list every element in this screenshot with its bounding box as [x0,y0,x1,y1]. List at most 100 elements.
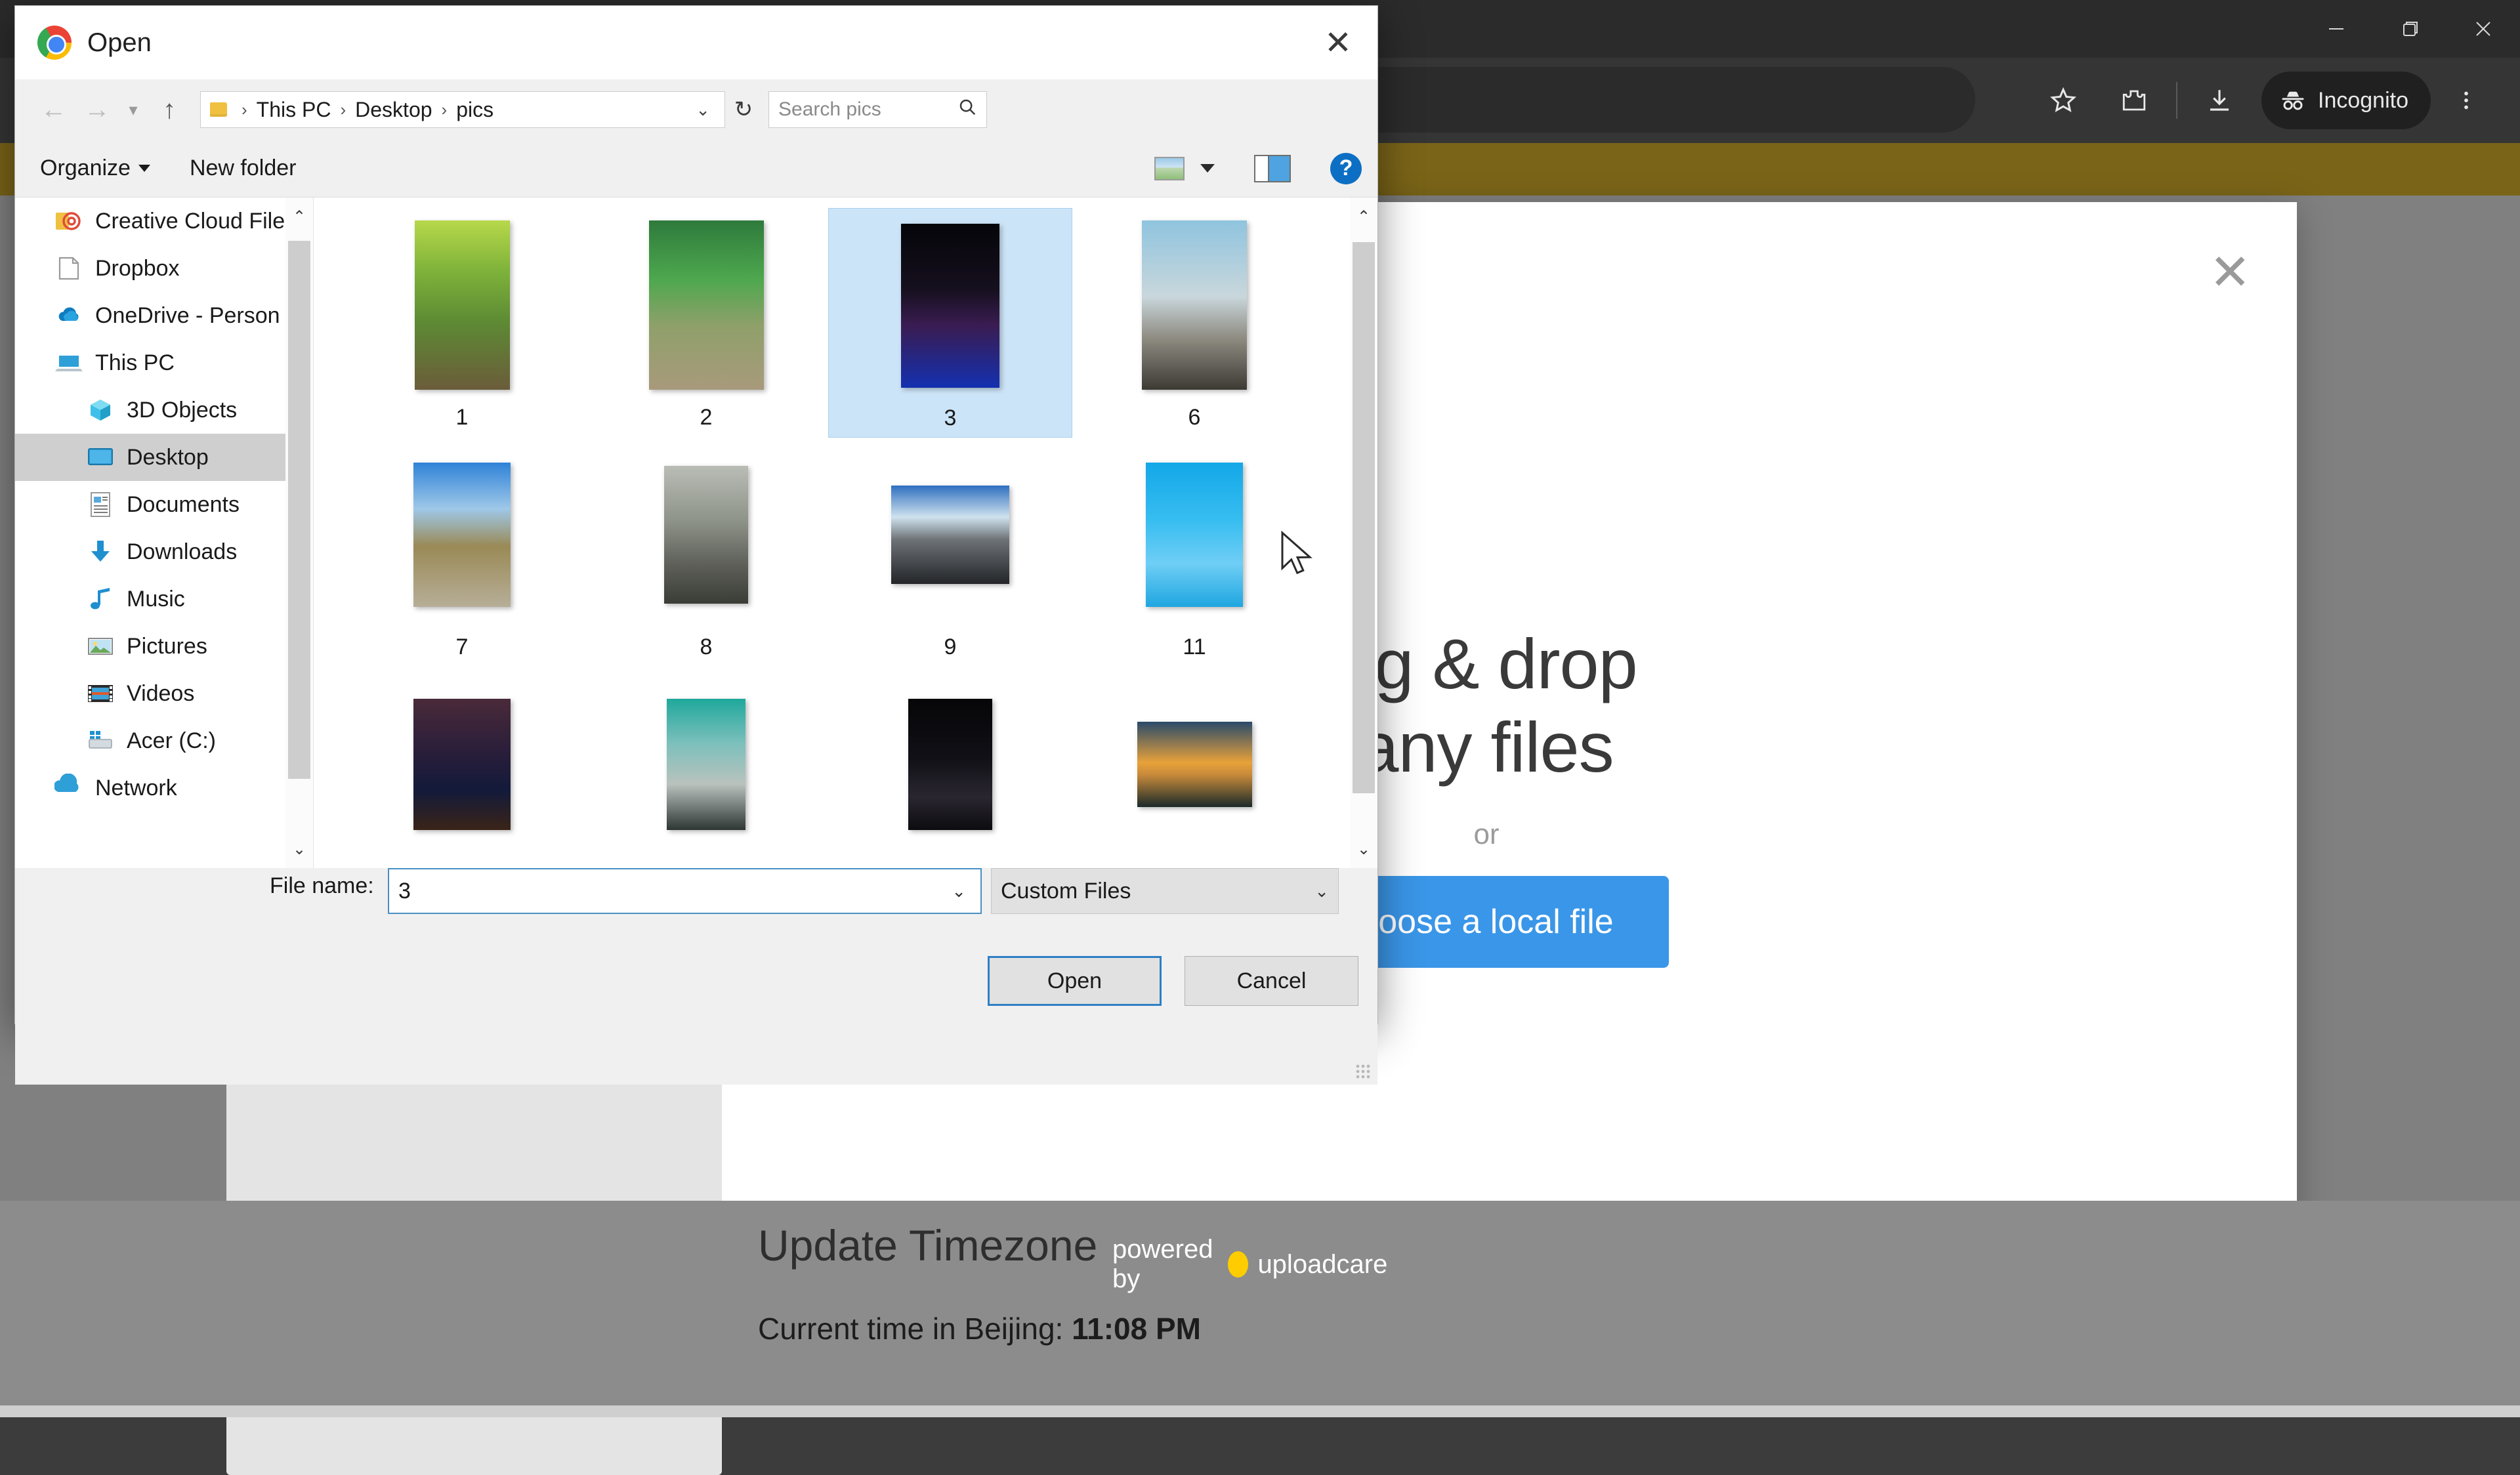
thumbnail-container [415,215,510,396]
sidebar-item-documents[interactable]: Documents [15,481,313,528]
sidebar-item-label: Videos [127,681,194,707]
breadcrumb-dropdown-icon[interactable]: ⌄ [685,100,721,120]
cancel-button[interactable]: Cancel [1185,956,1358,1006]
sidebar-item-dropbox[interactable]: Dropbox [15,245,313,292]
file-tile-1[interactable]: 1 [340,208,584,438]
back-button[interactable]: ← [32,88,75,131]
chrome-menu-icon[interactable] [2431,65,2502,136]
sidebar-item-music[interactable]: Music [15,575,313,623]
recent-locations-button[interactable]: ▾ [119,88,148,131]
uploadcare-brand-label: uploadcare [1257,1250,1387,1279]
file-tile[interactable] [584,667,828,868]
close-button[interactable] [2446,0,2520,58]
sidebar-item-desktop[interactable]: Desktop [15,434,313,481]
file-tile-11[interactable]: 11 [1072,438,1316,667]
breadcrumb-separator-1: › [340,100,346,120]
open-button[interactable]: Open [988,956,1162,1006]
file-tile-2[interactable]: 2 [584,208,828,438]
download-icon[interactable] [2184,65,2255,136]
scrollbar-thumb[interactable] [288,241,310,779]
breadcrumb-item-pics[interactable]: pics [455,98,495,122]
footer-bottom-strip [0,1405,2520,1417]
thumbnail-bridge-steel [664,466,748,604]
forward-button[interactable]: → [75,88,119,131]
bookmark-star-icon[interactable] [2028,65,2099,136]
uploadcare-close-icon[interactable]: ✕ [2209,248,2251,298]
file-type-value: Custom Files [1001,879,1131,904]
dialog-close-button[interactable]: ✕ [1299,6,1377,79]
file-grid: 1236 7 8911 [340,208,1332,868]
sidebar-item-creative-cloud-file[interactable]: Creative Cloud File [15,197,313,245]
file-name-input[interactable]: 3 ⌄ [388,868,982,914]
folder-icon [210,102,227,117]
sidebar-item-onedrive-person[interactable]: OneDrive - Person [15,292,313,339]
file-open-dialog: Open ✕ ← → ▾ ↑ › This PC › Desktop › pic… [14,5,1378,1024]
maximize-restore-button[interactable] [2373,0,2446,58]
scroll-down-icon[interactable]: ⌄ [285,830,313,868]
file-tile-9[interactable]: 9 [828,438,1072,667]
sidebar-item-label: Pictures [127,634,207,659]
extensions-puzzle-icon[interactable] [2099,65,2170,136]
sidebar-item-label: Creative Cloud File [95,209,285,234]
file-list-pane[interactable]: 1236 7 8911 ⌃ ⌄ [314,197,1377,868]
breadcrumb-separator-2: › [442,100,448,120]
file-tile-label: 7 [456,634,469,660]
breadcrumb-item-this-pc[interactable]: This PC [255,98,333,122]
current-time-row: Current time in Beijing: 11:08 PM [758,1311,1201,1346]
preview-pane-icon[interactable] [1254,155,1291,182]
breadcrumb[interactable]: › This PC › Desktop › pics ⌄ [200,91,725,128]
sidebar-item-network[interactable]: Network [15,764,313,812]
scrollbar-thumb[interactable] [1353,242,1375,793]
scroll-down-icon[interactable]: ⌄ [1350,830,1377,868]
thumbnail-blossom-sky [1146,463,1243,607]
sidebar-item-downloads[interactable]: Downloads [15,528,313,575]
search-icon[interactable] [957,97,977,122]
file-tile-6[interactable]: 6 [1072,208,1316,438]
file-tile-7[interactable]: 7 [340,438,584,667]
thumbnail-container [1137,674,1252,855]
file-tile-3[interactable]: 3 [828,208,1072,438]
chevron-down-icon[interactable] [1200,164,1215,173]
powered-by-label: powered by [1112,1235,1219,1294]
file-name-label: File name: [270,873,374,899]
navigation-scrollbar[interactable]: ⌃ ⌄ [285,197,313,868]
view-mode-icon[interactable] [1154,157,1185,180]
sidebar-item-acer-c[interactable]: Acer (C:) [15,717,313,764]
file-tile[interactable] [340,667,584,868]
file-tile[interactable] [1072,667,1316,868]
up-one-level-button[interactable]: ↑ [148,88,191,131]
search-input[interactable]: Search pics [768,91,987,128]
pictures-icon [86,632,115,661]
sidebar-item-3d-objects[interactable]: 3D Objects [15,386,313,434]
uploadcare-logo-icon [1228,1251,1248,1278]
chevron-down-icon: ⌄ [1314,881,1329,902]
sidebar-item-pictures[interactable]: Pictures [15,623,313,670]
refresh-icon[interactable]: ↻ [725,91,762,128]
sidebar-item-label: Desktop [127,445,209,470]
organize-label: Organize [40,156,131,181]
window-controls [2300,0,2520,58]
sidebar-item-this-pc[interactable]: This PC [15,339,313,386]
resize-grip[interactable] [1355,1064,1371,1079]
file-tile-8[interactable]: 8 [584,438,828,667]
network-icon [54,774,83,802]
scroll-up-icon[interactable]: ⌃ [1350,197,1377,236]
file-type-select[interactable]: Custom Files ⌄ [991,868,1339,914]
incognito-indicator[interactable]: Incognito [2261,72,2431,129]
breadcrumb-separator-0: › [242,100,247,120]
help-icon[interactable]: ? [1330,153,1362,184]
file-list-scrollbar[interactable]: ⌃ ⌄ [1350,197,1377,868]
thumbnail-container [1142,215,1247,396]
dialog-navigation-bar: ← → ▾ ↑ › This PC › Desktop › pics ⌄ ↻ S… [15,79,1377,140]
sidebar-item-label: Network [95,776,177,801]
file-tile[interactable] [828,667,1072,868]
chevron-down-icon[interactable]: ⌄ [952,881,971,902]
sidebar-item-videos[interactable]: Videos [15,670,313,717]
minimize-button[interactable] [2300,0,2373,58]
drive-icon [86,726,115,755]
organize-menu-button[interactable]: Organize [40,156,150,181]
scroll-up-icon[interactable]: ⌃ [285,197,313,236]
breadcrumb-item-desktop[interactable]: Desktop [354,98,433,122]
thumbnail-container [649,215,764,396]
new-folder-button[interactable]: New folder [190,156,297,181]
